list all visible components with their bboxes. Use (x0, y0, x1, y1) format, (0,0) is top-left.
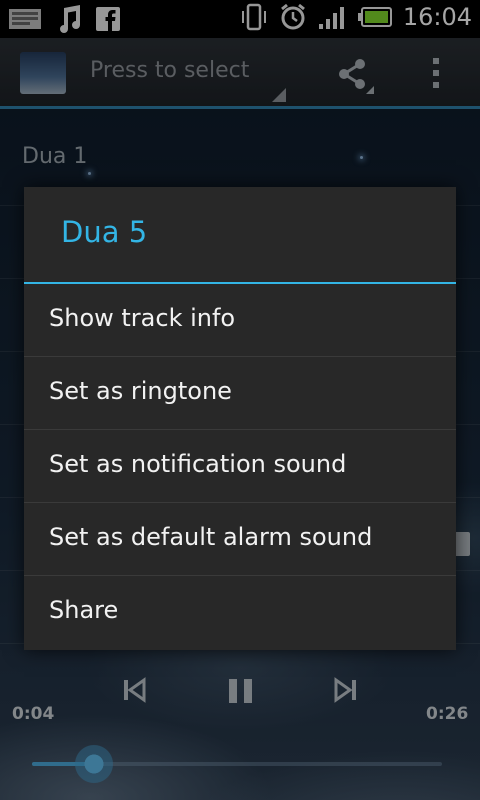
menu-item-set-as-ringtone[interactable]: Set as ringtone (24, 357, 456, 430)
menu-item-share[interactable]: Share (24, 576, 456, 649)
menu-item-set-as-notification-sound[interactable]: Set as notification sound (24, 430, 456, 503)
menu-item-set-as-default-alarm-sound[interactable]: Set as default alarm sound (24, 503, 456, 576)
menu-item-show-track-info[interactable]: Show track info (24, 284, 456, 357)
context-menu-dialog: Dua 5 Show track info Set as ringtone Se… (24, 187, 456, 650)
dialog-title: Dua 5 (24, 187, 456, 284)
